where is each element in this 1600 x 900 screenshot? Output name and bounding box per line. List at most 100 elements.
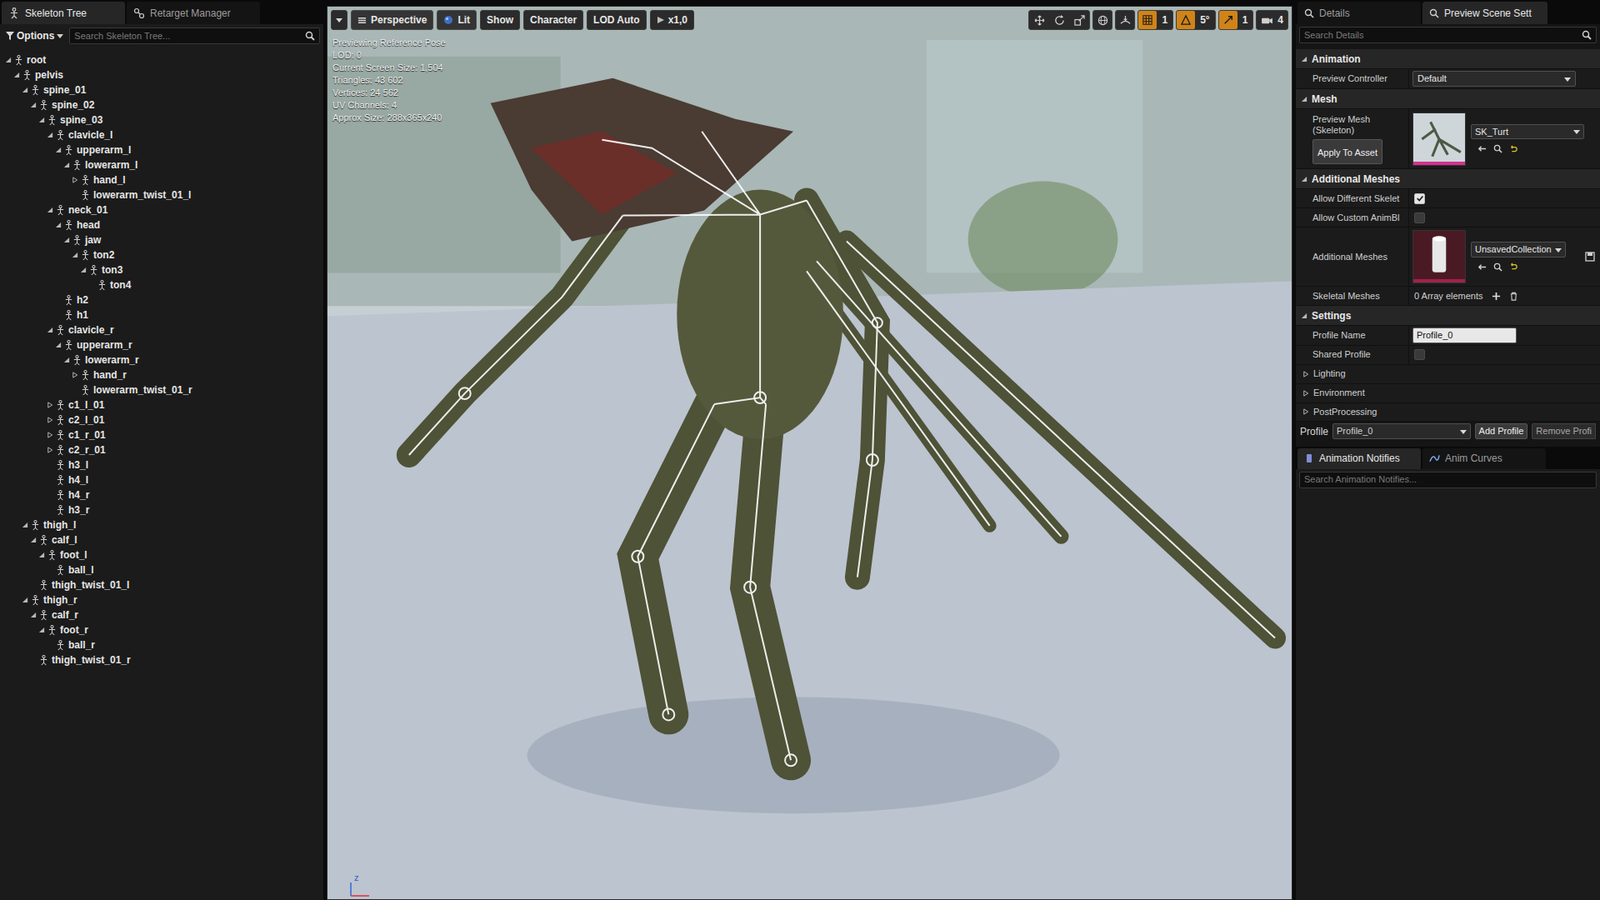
tree-row[interactable]: calf_l bbox=[0, 532, 324, 548]
reset-icon[interactable] bbox=[1509, 262, 1518, 271]
expander-icon[interactable] bbox=[38, 551, 45, 559]
expander-icon[interactable] bbox=[46, 131, 54, 139]
checkbox[interactable] bbox=[1414, 212, 1425, 224]
subsection-row[interactable]: Environment bbox=[1295, 384, 1600, 404]
browse-icon[interactable] bbox=[1493, 262, 1503, 272]
tree-row[interactable]: ton3 bbox=[0, 262, 324, 278]
expander-icon[interactable] bbox=[1302, 390, 1310, 397]
tab[interactable]: Details bbox=[1297, 1, 1421, 25]
expander-icon[interactable] bbox=[71, 176, 79, 184]
expander-icon[interactable] bbox=[38, 626, 45, 634]
lod-button[interactable]: LOD Auto bbox=[586, 10, 647, 30]
surface-snap-button[interactable] bbox=[1115, 10, 1135, 30]
expander-icon[interactable] bbox=[71, 251, 79, 259]
section-header[interactable]: Mesh bbox=[1295, 89, 1600, 110]
scale-snap-toggle[interactable] bbox=[1219, 10, 1238, 30]
expander-icon[interactable] bbox=[1300, 312, 1308, 320]
tree-row[interactable]: thigh_twist_01_l bbox=[0, 577, 324, 593]
notifies-search-field[interactable]: Search Animation Notifies... bbox=[1299, 471, 1597, 489]
tree-row[interactable]: thigh_l bbox=[0, 517, 324, 533]
tree-row[interactable]: h1 bbox=[0, 307, 324, 323]
tree-row[interactable]: foot_r bbox=[0, 622, 324, 638]
expander-icon[interactable] bbox=[63, 161, 70, 169]
expander-icon[interactable] bbox=[80, 266, 87, 274]
tree-row[interactable]: c1_r_01 bbox=[0, 427, 324, 443]
tree-row[interactable]: h4_r bbox=[0, 487, 324, 503]
expander-icon[interactable] bbox=[1300, 175, 1308, 183]
collection-thumbnail[interactable] bbox=[1412, 230, 1466, 284]
profile-name-field[interactable]: Profile_0 bbox=[1412, 327, 1517, 344]
tree-row[interactable]: foot_l bbox=[0, 547, 324, 563]
tree-row[interactable]: lowerarm_twist_01_l bbox=[0, 187, 324, 203]
translate-tool[interactable] bbox=[1029, 10, 1050, 30]
profile-dropdown[interactable]: Profile_0 bbox=[1332, 423, 1471, 440]
tree-row[interactable]: lowerarm_twist_01_r bbox=[0, 382, 324, 398]
tree-row[interactable]: thigh_r bbox=[0, 592, 324, 608]
browse-icon[interactable] bbox=[1493, 144, 1503, 154]
expander-icon[interactable] bbox=[46, 446, 54, 454]
grid-snap-toggle[interactable] bbox=[1138, 10, 1157, 30]
remove-profile-button[interactable]: Remove Profi bbox=[1531, 423, 1596, 440]
use-selected-icon[interactable] bbox=[1477, 144, 1487, 154]
mesh-thumbnail[interactable] bbox=[1412, 112, 1466, 166]
tree-row[interactable]: c2_l_01 bbox=[0, 412, 324, 428]
viewport[interactable]: Perspective Lit Show Character LOD Auto … bbox=[326, 5, 1293, 900]
show-button[interactable]: Show bbox=[480, 10, 520, 30]
tree-row[interactable]: spine_02 bbox=[0, 97, 324, 113]
expander-icon[interactable] bbox=[46, 206, 54, 214]
options-button[interactable]: Options bbox=[3, 27, 66, 45]
preview-mesh-dropdown[interactable]: SK_Turt bbox=[1470, 124, 1585, 140]
expander-icon[interactable] bbox=[71, 371, 79, 379]
camera-speed-button[interactable]: 4 bbox=[1255, 10, 1289, 30]
collection-dropdown[interactable]: UnsavedCollection bbox=[1470, 241, 1566, 258]
tree-row[interactable]: clavicle_r bbox=[0, 322, 324, 338]
add-profile-button[interactable]: Add Profile bbox=[1475, 423, 1529, 440]
expander-icon[interactable] bbox=[1300, 95, 1308, 103]
skeleton-search-field[interactable]: Search Skeleton Tree... bbox=[69, 27, 320, 45]
expander-icon[interactable] bbox=[30, 536, 37, 544]
tree-row[interactable]: head bbox=[0, 217, 324, 233]
expander-icon[interactable] bbox=[46, 326, 54, 334]
tree-row[interactable]: calf_r bbox=[0, 607, 324, 623]
expander-icon[interactable] bbox=[1300, 55, 1308, 63]
expander-icon[interactable] bbox=[55, 341, 62, 349]
perspective-button[interactable]: Perspective bbox=[350, 10, 434, 30]
tree-row[interactable]: jaw bbox=[0, 232, 324, 248]
use-selected-icon[interactable] bbox=[1477, 262, 1487, 272]
tree-row[interactable]: c1_l_01 bbox=[0, 397, 324, 413]
expander-icon[interactable] bbox=[46, 401, 54, 409]
tree-row[interactable]: spine_01 bbox=[0, 82, 324, 98]
trash-icon[interactable] bbox=[1509, 291, 1519, 301]
apply-to-asset-button[interactable]: Apply To Asset bbox=[1312, 139, 1383, 165]
expander-icon[interactable] bbox=[21, 86, 29, 94]
save-icon[interactable] bbox=[1585, 251, 1595, 262]
tree-row[interactable]: lowerarm_l bbox=[0, 157, 324, 173]
preview-controller-dropdown[interactable]: Default bbox=[1412, 70, 1576, 87]
checkbox[interactable] bbox=[1414, 193, 1425, 205]
section-header[interactable]: Animation bbox=[1295, 49, 1600, 70]
subsection-row[interactable]: Lighting bbox=[1295, 365, 1600, 385]
scale-tool[interactable] bbox=[1069, 10, 1090, 30]
tree-row[interactable]: neck_01 bbox=[0, 202, 324, 218]
tab[interactable]: Anim Curves bbox=[1422, 448, 1546, 470]
tree-row[interactable]: h4_l bbox=[0, 472, 324, 488]
tree-row[interactable]: hand_r bbox=[0, 367, 324, 383]
section-header[interactable]: Additional Meshes bbox=[1295, 169, 1600, 190]
tab[interactable]: Animation Notifies bbox=[1297, 448, 1421, 470]
tree-row[interactable]: h3_l bbox=[0, 457, 324, 473]
tree-row[interactable]: thigh_twist_01_r bbox=[0, 652, 324, 668]
add-element-icon[interactable] bbox=[1491, 291, 1501, 301]
expander-icon[interactable] bbox=[63, 356, 70, 364]
tree-row[interactable]: c2_r_01 bbox=[0, 442, 324, 458]
expander-icon[interactable] bbox=[55, 146, 62, 154]
tree-row[interactable]: upperarm_l bbox=[0, 142, 324, 158]
tree-row[interactable]: ball_l bbox=[0, 562, 324, 578]
details-search-field[interactable]: Search Details bbox=[1299, 26, 1597, 44]
expander-icon[interactable] bbox=[30, 611, 37, 619]
tab[interactable]: Preview Scene Sett bbox=[1422, 1, 1548, 25]
expander-icon[interactable] bbox=[1302, 408, 1310, 415]
tree-row[interactable]: lowerarm_r bbox=[0, 352, 324, 368]
coordinate-space-button[interactable] bbox=[1092, 10, 1113, 30]
expander-icon[interactable] bbox=[30, 101, 37, 109]
rotation-snap-toggle[interactable] bbox=[1176, 10, 1195, 30]
